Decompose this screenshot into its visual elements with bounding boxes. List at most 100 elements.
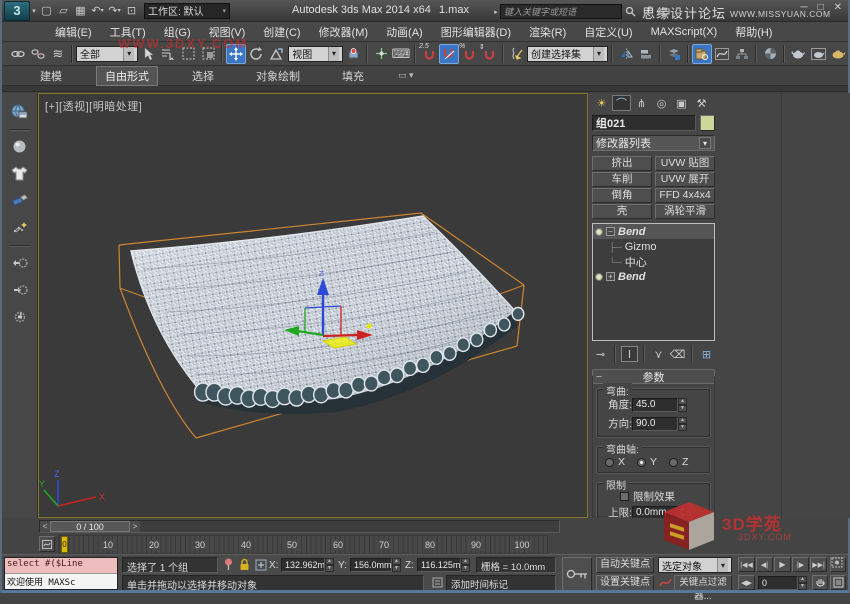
set-keys-button[interactable] [562, 557, 592, 591]
search-icon[interactable] [622, 3, 639, 20]
select-and-link-icon[interactable] [8, 44, 28, 64]
menu-animation[interactable]: 动画(A) [377, 24, 432, 40]
bind-to-space-warp-icon[interactable]: ≋ [48, 44, 68, 64]
perspective-viewport[interactable]: z Z X Y [+][透视][明暗处理] [38, 93, 588, 518]
schematic-view-icon[interactable] [732, 44, 752, 64]
open-file-icon[interactable]: ▱ [55, 2, 72, 19]
edit-named-selection-sets-icon[interactable] [507, 44, 527, 64]
track-bar-ruler[interactable]: 0 10 20 30 40 50 60 70 80 90 100 [58, 535, 548, 554]
angle-snap-toggle-icon[interactable] [439, 44, 459, 64]
maximize-button[interactable]: □ [818, 2, 824, 13]
maxscript-mini-listener[interactable]: select #($Line 欢迎使用 MAXSc [4, 557, 118, 590]
select-and-manipulate-icon[interactable] [371, 44, 391, 64]
shell-button[interactable]: 壳 [592, 204, 652, 219]
ribbon-tab-modeling[interactable]: 建模 [32, 67, 70, 85]
menu-tools[interactable]: 工具(T) [101, 24, 155, 40]
modifier-enable-bulb-icon[interactable] [595, 228, 603, 236]
tab-motion-icon[interactable]: ◎ [652, 95, 671, 111]
reference-coordinate-dropdown[interactable]: 视图 ▾ [288, 46, 343, 62]
select-and-rotate-icon[interactable] [246, 44, 266, 64]
tab-utilities-icon[interactable]: ⚒ [692, 95, 711, 111]
material-sphere-icon[interactable] [8, 134, 32, 158]
limit-effect-checkbox[interactable] [620, 492, 629, 501]
pin-stack-icon[interactable]: ⊸ [592, 346, 609, 362]
y-coord-field[interactable]: 156.0mm [350, 558, 392, 572]
window-crossing-toggle-icon[interactable] [198, 44, 218, 64]
zoom-extents-icon[interactable] [830, 557, 846, 572]
expand-collapse-icon[interactable]: + [606, 272, 615, 281]
mini-curve-editor-button[interactable] [39, 536, 55, 552]
current-frame-field[interactable]: 0 [758, 576, 798, 590]
material-editor-icon[interactable] [760, 44, 780, 64]
axis-z-radio[interactable] [669, 458, 678, 467]
direction-field[interactable]: 90.0 [632, 417, 678, 431]
tab-modify-icon[interactable]: ⌒ [612, 95, 631, 111]
previous-frame-button[interactable]: ◀| [756, 557, 773, 572]
go-to-start-button[interactable]: |◀◀ [738, 557, 755, 572]
spinner-snap-toggle-icon[interactable]: ⇕ [479, 44, 499, 64]
container-inherit-icon[interactable] [8, 250, 32, 274]
new-file-icon[interactable]: ▢ [38, 2, 55, 19]
menu-edit[interactable]: 编辑(E) [46, 24, 101, 40]
menu-group[interactable]: 组(G) [155, 24, 200, 40]
logo-dropdown-icon[interactable]: ▾ [30, 2, 38, 19]
selection-filter-dropdown[interactable]: 全部 ▾ [76, 46, 138, 62]
minimize-button[interactable]: ─ [800, 2, 807, 13]
app-logo-icon[interactable]: 3 [4, 1, 30, 21]
rectangular-selection-region-icon[interactable] [178, 44, 198, 64]
menu-customize[interactable]: 自定义(U) [575, 24, 641, 40]
menu-rendering[interactable]: 渲染(R) [520, 24, 575, 40]
paint-deform-icon[interactable] [8, 188, 32, 212]
pan-hand-icon[interactable] [812, 575, 828, 590]
absolute-offset-toggle-icon[interactable] [253, 557, 268, 572]
listener-script-line[interactable]: 欢迎使用 MAXSc [5, 574, 117, 589]
menu-create[interactable]: 创建(C) [254, 24, 309, 40]
named-selection-sets-dropdown[interactable]: 创建选择集 ▾ [527, 46, 608, 62]
show-end-result-icon[interactable]: Ⅰ [621, 346, 638, 362]
align-icon[interactable] [636, 44, 656, 64]
next-frame-arrow[interactable]: > [130, 521, 140, 532]
menu-views[interactable]: 视图(V) [200, 24, 255, 40]
percent-snap-toggle-icon[interactable]: % [459, 44, 479, 64]
asset-browser-icon[interactable] [8, 99, 32, 123]
key-filters-button[interactable]: 关键点过滤器... [674, 575, 732, 591]
z-coord-spinner[interactable]: ▲▼ [461, 558, 470, 572]
stack-row-bend-2[interactable]: + Bend [593, 269, 714, 284]
x-coord-field[interactable]: 132.962mm [281, 558, 325, 572]
select-object-icon[interactable] [138, 44, 158, 64]
time-slider[interactable]: < 0 / 100 > [39, 520, 560, 533]
isolate-selection-pin-icon[interactable] [221, 557, 236, 572]
workspace-selector[interactable]: 工作区: 默认 ▾ [144, 3, 230, 19]
select-and-scale-icon[interactable] [266, 44, 286, 64]
previous-frame-arrow[interactable]: < [40, 521, 50, 532]
menu-help[interactable]: 帮助(H) [726, 24, 781, 40]
configure-modifier-sets-icon[interactable]: ⊞ [698, 346, 715, 362]
menu-modifiers[interactable]: 修改器(M) [310, 24, 378, 40]
tab-display-icon[interactable]: ▣ [672, 95, 691, 111]
search-flyout-icon[interactable]: ▸ [492, 3, 500, 20]
modifier-list-dropdown[interactable]: 修改器列表 ▾ [592, 135, 715, 151]
keyboard-shortcut-override-icon[interactable]: ⌨ [391, 44, 411, 64]
angle-spinner[interactable]: ▲▼ [678, 398, 687, 412]
ribbon-state-dropdown-icon[interactable]: ▭ ▾ [398, 70, 414, 81]
redo-icon[interactable]: ↷▾ [106, 2, 123, 19]
search-input[interactable] [500, 4, 622, 19]
y-coord-spinner[interactable]: ▲▼ [392, 558, 401, 572]
layer-manager-icon[interactable] [664, 44, 684, 64]
menu-graph-editors[interactable]: 图形编辑器(D) [432, 24, 520, 40]
uvw-map-button[interactable]: UVW 贴图 [655, 156, 715, 171]
auto-key-button[interactable]: 自动关键点 [596, 557, 654, 573]
container-load-icon[interactable] [8, 277, 32, 301]
snap-toggle-25-icon[interactable]: 2.5 [419, 44, 439, 64]
x-coord-spinner[interactable]: ▲▼ [325, 558, 334, 572]
mirror-icon[interactable] [616, 44, 636, 64]
z-coord-field[interactable]: 116.125mm [417, 558, 461, 572]
viewport-label[interactable]: [+][透视][明暗处理] [45, 98, 142, 114]
remove-modifier-icon[interactable]: ⌫ [669, 346, 686, 362]
cloth-shirt-icon[interactable] [8, 161, 32, 185]
render-setup-icon[interactable] [788, 44, 808, 64]
save-file-icon[interactable]: ▦ [72, 2, 89, 19]
play-button[interactable]: ▶ [774, 557, 791, 572]
lathe-button[interactable]: 车削 [592, 172, 652, 187]
select-and-move-icon[interactable] [226, 44, 246, 64]
